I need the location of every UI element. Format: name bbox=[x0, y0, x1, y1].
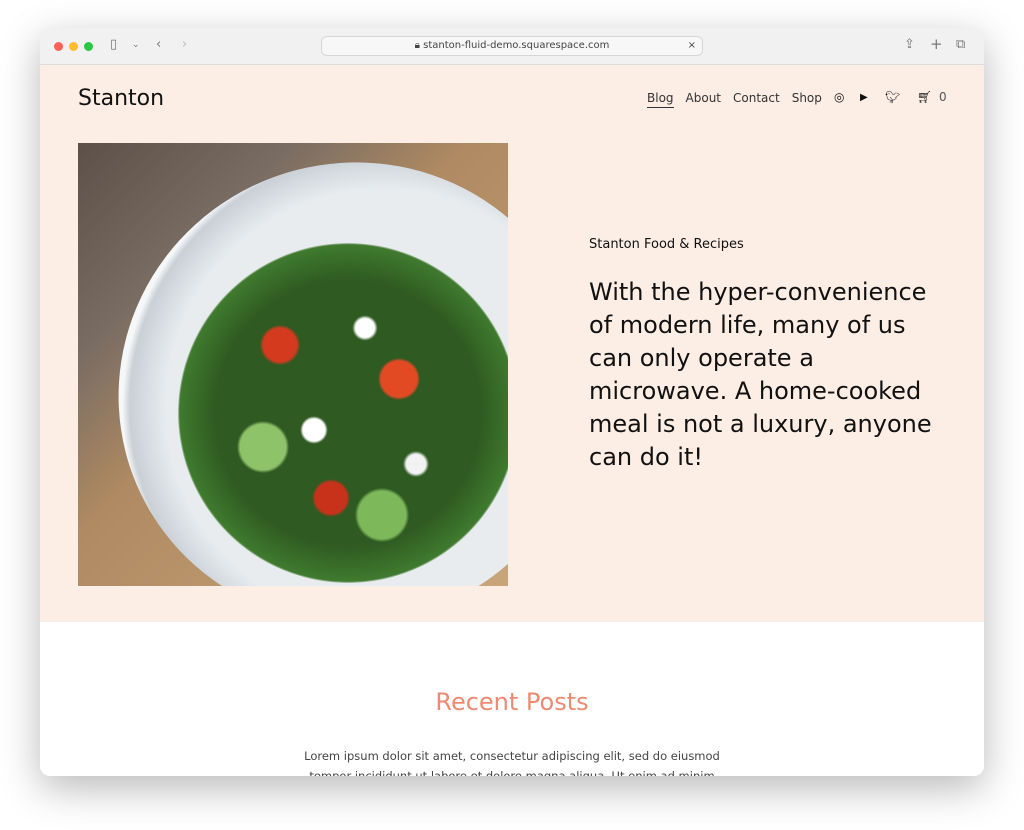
nav-shop[interactable]: Shop bbox=[792, 91, 822, 108]
hero-section: Stanton Blog About Contact Shop ◎ ▶ 🐦︎ 🛒… bbox=[40, 65, 984, 622]
address-bar[interactable]: 🔒︎ stanton-fluid-demo.squarespace.com × bbox=[321, 36, 703, 56]
hero-headline: With the hyper-convenience of modern lif… bbox=[589, 278, 932, 471]
minimize-window-button[interactable] bbox=[69, 42, 78, 51]
cart-count[interactable]: 0 bbox=[939, 90, 947, 104]
recent-posts-title: Recent Posts bbox=[435, 688, 589, 716]
site-logo[interactable]: Stanton bbox=[78, 86, 164, 111]
recent-posts-text: Lorem ipsum dolor sit amet, consectetur … bbox=[304, 749, 720, 776]
sidebar-icon[interactable]: ▯ bbox=[110, 37, 117, 52]
instagram-icon[interactable]: ◎ bbox=[834, 90, 844, 104]
close-window-button[interactable] bbox=[54, 42, 63, 51]
maximize-window-button[interactable] bbox=[84, 42, 93, 51]
lock-icon: 🔒︎ bbox=[414, 40, 424, 51]
cart-icon[interactable]: 🛒︎ bbox=[917, 90, 932, 104]
nav-blog[interactable]: Blog bbox=[647, 91, 674, 108]
back-icon[interactable]: ‹ bbox=[156, 37, 161, 52]
main-nav: Blog About Contact Shop bbox=[647, 91, 822, 108]
youtube-icon[interactable]: ▶ bbox=[860, 92, 868, 103]
chevron-down-icon[interactable]: ⌄ bbox=[132, 40, 140, 50]
tabs-overview-icon[interactable]: ⧉ bbox=[956, 37, 965, 52]
nav-about[interactable]: About bbox=[686, 91, 721, 108]
nav-contact[interactable]: Contact bbox=[733, 91, 780, 108]
new-tab-icon[interactable]: + bbox=[930, 35, 943, 53]
clear-url-icon[interactable]: × bbox=[688, 37, 696, 55]
url-text: stanton-fluid-demo.squarespace.com bbox=[423, 40, 610, 51]
hero-subtitle: Stanton Food & Recipes bbox=[589, 237, 744, 252]
browser-toolbar: ▯ ⌄ ‹ › 🔒︎ stanton-fluid-demo.squarespac… bbox=[40, 28, 984, 65]
browser-window: ▯ ⌄ ‹ › 🔒︎ stanton-fluid-demo.squarespac… bbox=[40, 28, 984, 776]
salad-image bbox=[78, 143, 508, 586]
forward-icon[interactable]: › bbox=[182, 37, 187, 52]
share-icon[interactable]: ⇪ bbox=[904, 37, 915, 52]
twitter-icon[interactable]: 🐦︎ bbox=[885, 90, 900, 104]
